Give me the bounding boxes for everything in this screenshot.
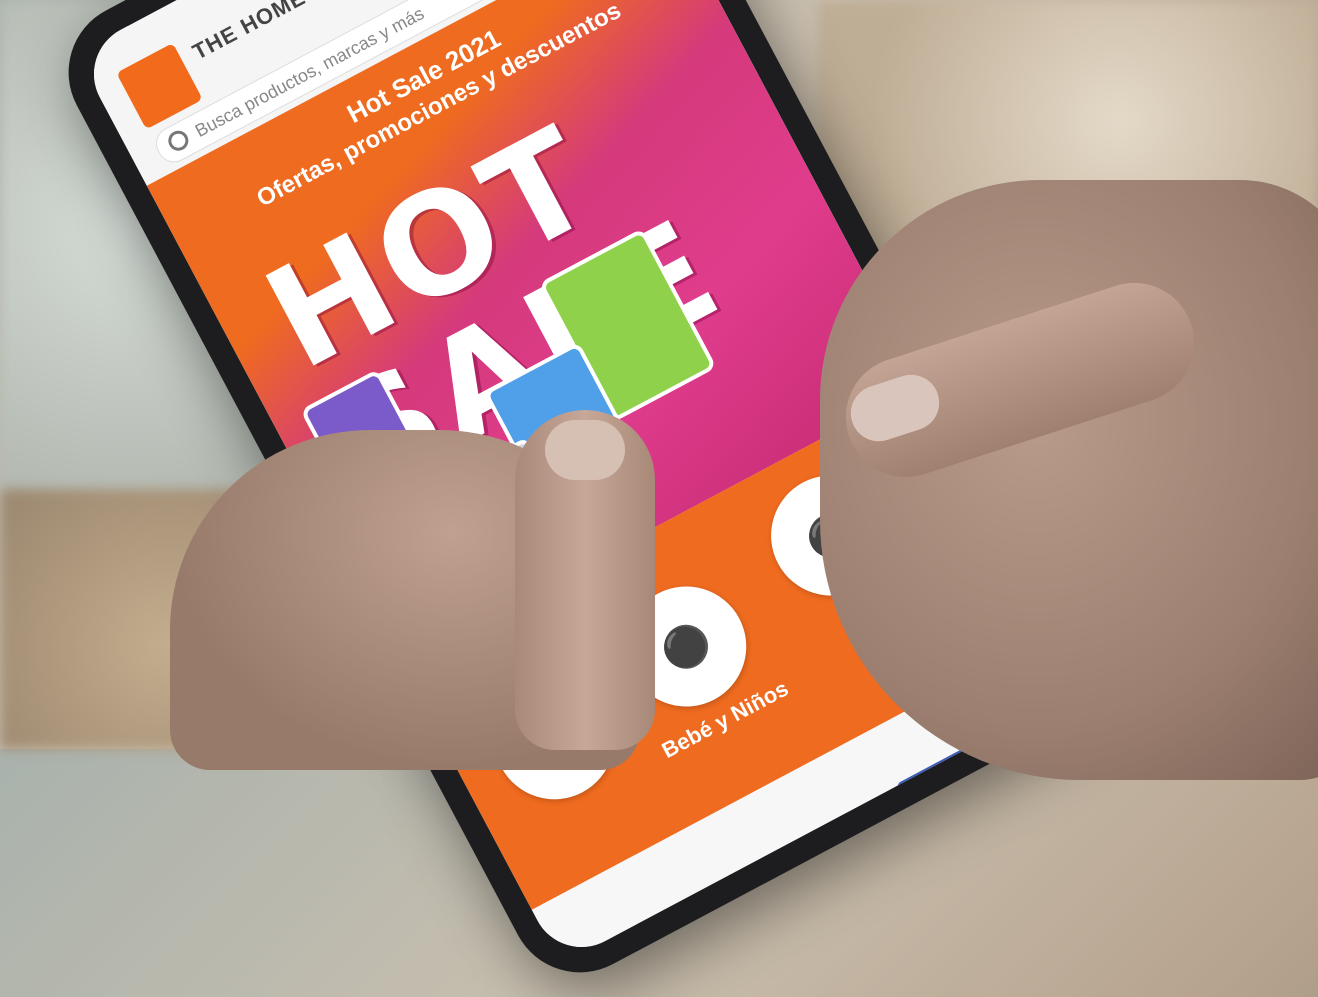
search-icon xyxy=(164,127,192,155)
left-thumbnail xyxy=(545,420,625,480)
right-hand xyxy=(820,180,1318,780)
